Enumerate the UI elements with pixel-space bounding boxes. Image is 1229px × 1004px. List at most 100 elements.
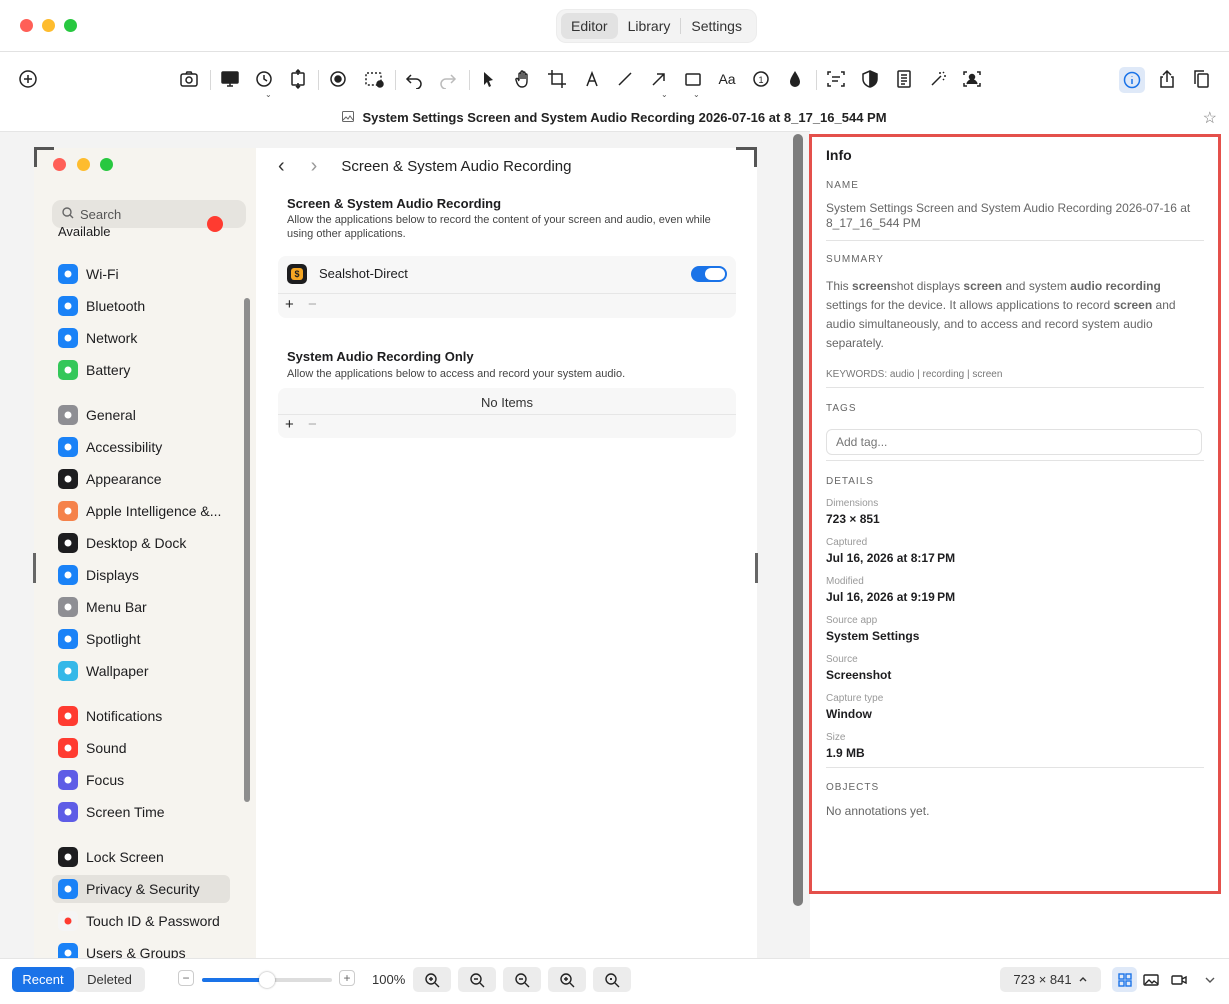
deleted-button[interactable]: Deleted	[74, 967, 145, 992]
chevron-down-icon[interactable]: ⌄	[693, 90, 700, 99]
zoom-in-button[interactable]	[548, 967, 586, 992]
canvas-scrollbar[interactable]	[793, 134, 803, 906]
file-title-bar: System Settings Screen and System Audio …	[0, 104, 1229, 130]
forward-chevron-icon: ›	[310, 154, 318, 177]
text-recognition-icon[interactable]	[825, 68, 847, 90]
sidebar-item-wi-fi: Wi-Fi	[52, 260, 230, 288]
sidebar-item-label: General	[86, 407, 136, 423]
summary-part-bold: screen	[1113, 298, 1153, 312]
zoom-slider-knob[interactable]	[259, 972, 275, 988]
image-view-button[interactable]	[1138, 967, 1163, 992]
moon-icon	[58, 770, 78, 790]
sidebar-item-accessibility: Accessibility	[52, 433, 230, 461]
detail-value: Jul 16, 2026 at 8:17 PM	[826, 551, 956, 565]
region-record-icon[interactable]	[363, 68, 385, 90]
counter-icon[interactable]: 1	[750, 68, 772, 90]
add-app-plus: +	[285, 296, 294, 313]
sidebar-item-label: Desktop & Dock	[86, 535, 187, 551]
sidebar-item-spotlight: Spotlight	[52, 625, 230, 653]
chevron-down-icon[interactable]: ⌄	[265, 90, 272, 99]
add-tag-input[interactable]	[826, 429, 1202, 455]
blur-drop-icon[interactable]	[784, 68, 806, 90]
settings-page-title: Screen & System Audio Recording	[341, 157, 572, 175]
crop-icon[interactable]	[546, 68, 568, 90]
hourglass-icon	[58, 802, 78, 822]
divider	[826, 387, 1204, 388]
copy-icon[interactable]	[1190, 68, 1212, 90]
zoom-to-fit-button[interactable]	[413, 967, 451, 992]
update-badge	[207, 216, 223, 232]
rectangle-icon[interactable]	[682, 68, 704, 90]
detail-value: 1.9 MB	[826, 746, 865, 760]
favorite-star-icon[interactable]: ☆	[1203, 108, 1217, 128]
appearance-icon	[58, 469, 78, 489]
crop-handle-left[interactable]	[33, 553, 36, 583]
video-view-button[interactable]	[1166, 967, 1191, 992]
scroll-capture-icon[interactable]	[287, 68, 309, 90]
line-icon[interactable]	[614, 68, 636, 90]
undo-icon[interactable]	[403, 68, 425, 90]
chevron-up-icon	[1078, 972, 1088, 987]
no-items-label: No Items	[480, 395, 533, 410]
hand-tool-icon[interactable]	[512, 68, 534, 90]
chevron-down-icon[interactable]: ⌄	[661, 90, 668, 99]
speaker-icon	[58, 738, 78, 758]
tab-settings[interactable]: Settings	[681, 13, 752, 39]
camera-icon[interactable]	[178, 68, 200, 90]
sidebar-scrollbar	[244, 298, 250, 802]
portrait-icon[interactable]	[961, 68, 983, 90]
image-dimensions-button[interactable]: 723 × 841	[1000, 967, 1101, 992]
zoom-fit-icon	[425, 972, 440, 987]
sidebar-item-bluetooth: Bluetooth	[52, 292, 230, 320]
dock-icon	[58, 533, 78, 553]
document-icon[interactable]	[893, 68, 915, 90]
zoom-slider[interactable]	[202, 972, 332, 988]
new-capture-icon[interactable]	[17, 68, 39, 90]
toolbar-divider	[318, 70, 319, 90]
magic-wand-icon[interactable]	[927, 68, 949, 90]
crop-handle-top-left[interactable]	[34, 147, 54, 167]
minimize-window-button[interactable]	[42, 19, 55, 32]
grid-view-button[interactable]	[1112, 967, 1137, 992]
tab-library[interactable]: Library	[618, 13, 681, 39]
close-window-button[interactable]	[20, 19, 33, 32]
screenshot-image: Search Available Wi-Fi Bluetooth Network Ba…	[34, 148, 757, 958]
shield-icon[interactable]	[859, 68, 881, 90]
zoom-actual-button[interactable]	[458, 967, 496, 992]
share-icon[interactable]	[1156, 68, 1178, 90]
zoom-window-button[interactable]	[64, 19, 77, 32]
pointer-icon[interactable]	[477, 68, 499, 90]
apple-intelligence-icon	[58, 501, 78, 521]
crop-handle-top-right[interactable]	[736, 147, 757, 167]
zoom-in-small-button[interactable]: +	[339, 970, 355, 986]
chevron-down-icon[interactable]	[1197, 967, 1222, 992]
detail-value: Jul 16, 2026 at 9:19 PM	[826, 590, 956, 604]
add-audio-app-plus: +	[285, 416, 294, 433]
record-icon[interactable]	[327, 68, 349, 90]
zoom-out-small-button[interactable]: −	[178, 970, 194, 986]
detail-key: Captured	[826, 537, 868, 548]
sidebar-item-label: Sound	[86, 740, 127, 756]
tab-editor[interactable]: Editor	[561, 13, 618, 39]
sidebar-item-label: Battery	[86, 362, 131, 378]
sidebar-item-privacy-security: Privacy & Security	[52, 875, 230, 903]
info-panel: Info NAME System Settings Screen and Sys…	[809, 134, 1221, 894]
detail-key: Dimensions	[826, 498, 879, 509]
search-placeholder: Search	[80, 206, 122, 222]
timer-icon[interactable]	[253, 68, 275, 90]
info-toggle-button[interactable]	[1119, 67, 1145, 93]
section-audio-only-description: Allow the applications below to access a…	[287, 368, 626, 380]
redo-icon[interactable]	[437, 68, 459, 90]
crop-handle-right[interactable]	[755, 553, 758, 583]
arrow-icon[interactable]	[648, 68, 670, 90]
divider	[826, 240, 1204, 241]
zoom-out-button[interactable]	[503, 967, 541, 992]
recent-button[interactable]: Recent	[12, 967, 74, 992]
pen-icon[interactable]	[581, 68, 603, 90]
app-permission-toggle	[691, 266, 727, 282]
text-tool-icon[interactable]: Aa	[716, 68, 738, 90]
zoom-selection-button[interactable]	[593, 967, 631, 992]
summary-section-label: SUMMARY	[826, 254, 884, 265]
display-icon[interactable]	[219, 68, 241, 90]
zoom-selection-icon	[605, 972, 620, 987]
